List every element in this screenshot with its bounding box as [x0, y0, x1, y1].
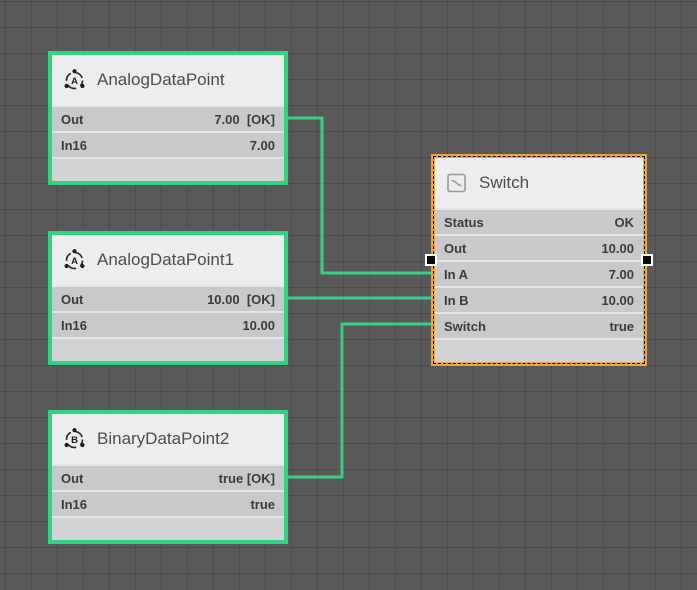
node-binarydatapoint2[interactable]: B BinaryDataPoint2 Out true [OK] In16 true	[48, 410, 288, 544]
svg-text:B: B	[71, 435, 78, 446]
port-label: In16	[61, 138, 87, 153]
port-value: true	[250, 497, 275, 512]
port-label: Out	[61, 292, 83, 307]
binary-datapoint-icon: B	[62, 427, 87, 452]
svg-text:A: A	[71, 76, 78, 87]
analog-datapoint-icon: A	[62, 248, 87, 273]
port-value: 10.00 [OK]	[207, 292, 275, 307]
node-footer-strip	[52, 157, 284, 181]
node-footer-strip	[52, 516, 284, 540]
node-footer-strip	[52, 337, 284, 361]
node-analogdatapoint1[interactable]: A AnalogDataPoint1 Out 10.00 [OK] In16 10.00	[48, 231, 288, 365]
switch-icon	[445, 171, 469, 195]
port-row-in16[interactable]: In16 true	[52, 490, 284, 516]
port-row-in-a[interactable]: In A 7.00	[435, 260, 643, 286]
port-row-in16[interactable]: In16 7.00	[52, 131, 284, 157]
selection-handle-left[interactable]	[425, 254, 437, 266]
port-value: OK	[615, 215, 635, 230]
node-header[interactable]: A AnalogDataPoint1	[52, 235, 284, 285]
node-header[interactable]: Switch	[435, 158, 643, 208]
port-label: Out	[61, 112, 83, 127]
port-value: 7.00	[609, 267, 634, 282]
selection-handle-right[interactable]	[641, 254, 653, 266]
port-label: Out	[61, 471, 83, 486]
port-row-out[interactable]: Out 10.00 [OK]	[52, 285, 284, 311]
port-label: Switch	[444, 319, 486, 334]
port-row-in16[interactable]: In16 10.00	[52, 311, 284, 337]
port-value: 10.00	[601, 241, 634, 256]
port-row-switch[interactable]: Switch true	[435, 312, 643, 338]
node-header[interactable]: B BinaryDataPoint2	[52, 414, 284, 464]
port-label: In16	[61, 497, 87, 512]
node-title: AnalogDataPoint1	[97, 250, 234, 270]
node-switch[interactable]: Switch Status OK Out 10.00 In A 7.00 In B 10.00 S…	[431, 154, 647, 366]
port-value: 7.00	[250, 138, 275, 153]
node-title: BinaryDataPoint2	[97, 429, 229, 449]
port-label: In A	[444, 267, 468, 282]
port-value: true [OK]	[219, 471, 275, 486]
wire-analogdatapoint-out-to-switch-in-a[interactable]	[288, 118, 433, 273]
port-row-in-b[interactable]: In B 10.00	[435, 286, 643, 312]
port-label: Status	[444, 215, 484, 230]
port-row-out[interactable]: Out 10.00	[435, 234, 643, 260]
node-analogdatapoint[interactable]: A AnalogDataPoint Out 7.00 [OK] In16 7.00	[48, 51, 288, 185]
port-label: In B	[444, 293, 469, 308]
wire-binarydatapoint2-out-to-switch-switch[interactable]	[288, 324, 433, 477]
node-title: AnalogDataPoint	[97, 70, 225, 90]
svg-text:A: A	[71, 256, 78, 267]
analog-datapoint-icon: A	[62, 68, 87, 93]
port-value: 7.00 [OK]	[214, 112, 275, 127]
port-label: In16	[61, 318, 87, 333]
port-row-out[interactable]: Out true [OK]	[52, 464, 284, 490]
port-row-status[interactable]: Status OK	[435, 208, 643, 234]
node-footer-strip	[435, 338, 643, 362]
port-value: true	[609, 319, 634, 334]
port-value: 10.00	[601, 293, 634, 308]
port-value: 10.00	[242, 318, 275, 333]
node-editor-canvas[interactable]: A AnalogDataPoint Out 7.00 [OK] In16 7.00 A Ana…	[0, 0, 697, 590]
port-row-out[interactable]: Out 7.00 [OK]	[52, 105, 284, 131]
port-label: Out	[444, 241, 466, 256]
node-header[interactable]: A AnalogDataPoint	[52, 55, 284, 105]
node-title: Switch	[479, 173, 529, 193]
